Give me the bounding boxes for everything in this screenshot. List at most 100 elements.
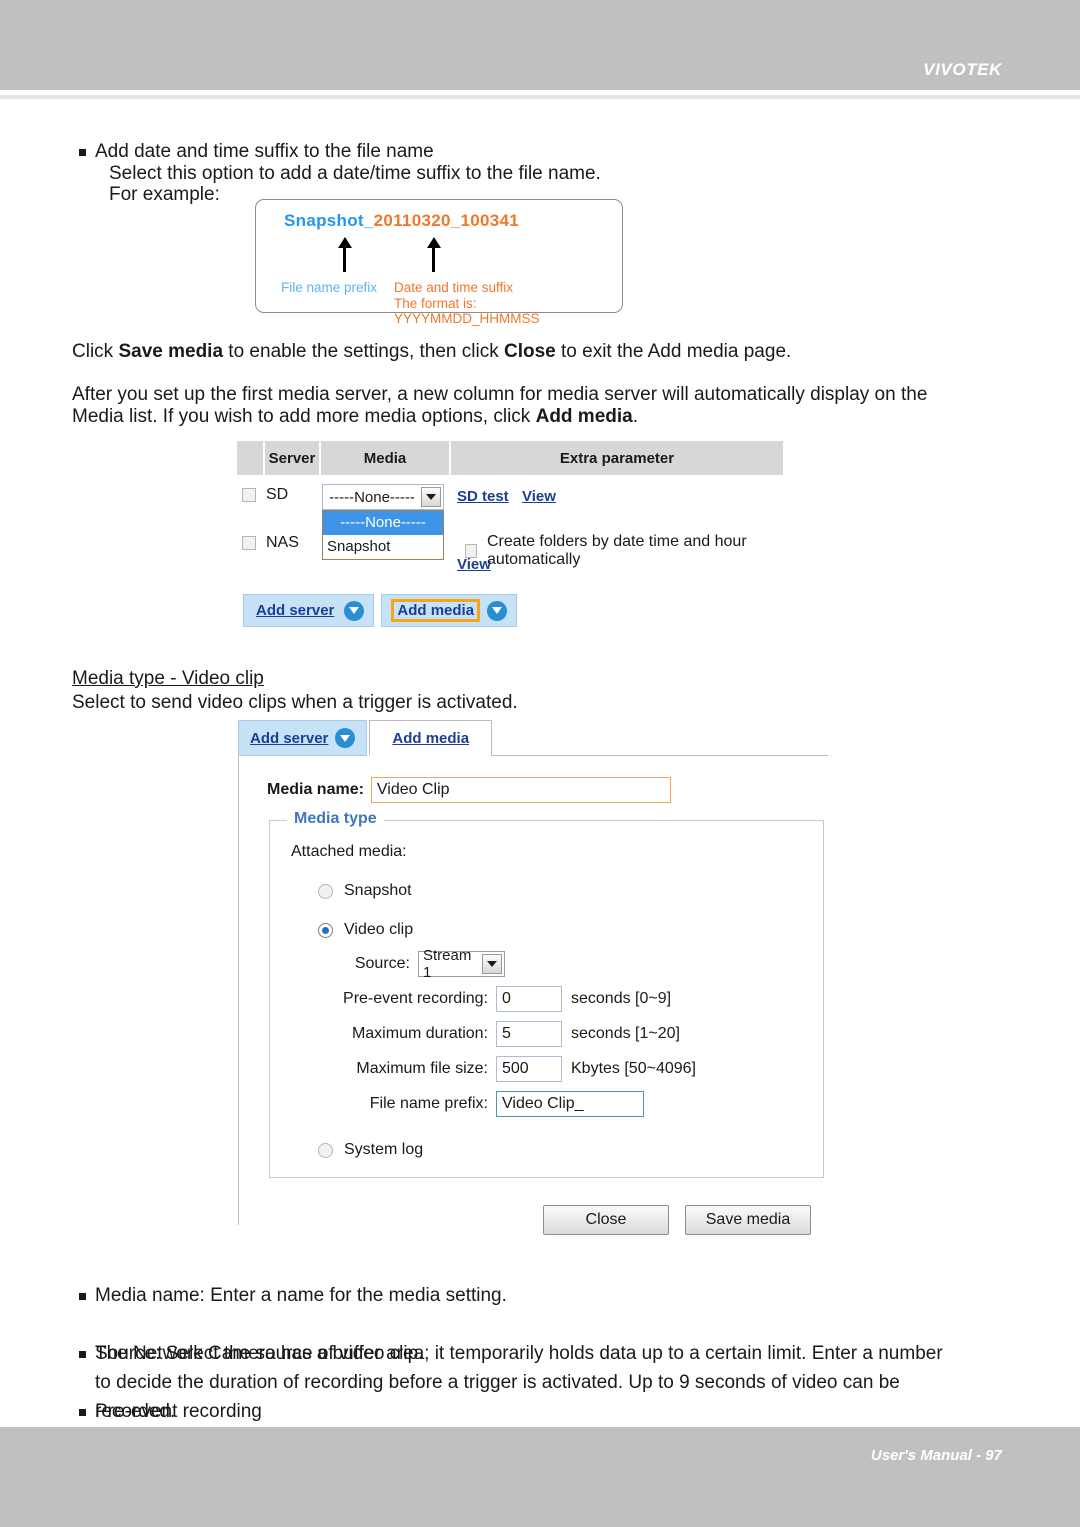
tab-add-media-label: Add media [392, 729, 470, 747]
text-close-bold: Close [503, 341, 556, 362]
radio-snapshot-label: Snapshot [344, 882, 412, 899]
radio-snapshot[interactable] [318, 883, 333, 899]
add-server-button[interactable]: Add server [243, 594, 375, 627]
field-row-maximum-file-size: Maximum file size: 500 Kbytes [50~4096] [318, 1056, 823, 1082]
radio-video-clip-label: Video clip [344, 921, 414, 938]
attached-media-label: Attached media: [291, 843, 407, 860]
media-list-action-buttons: Add server Add media [243, 594, 518, 627]
chevron-down-icon[interactable] [421, 487, 441, 507]
text-click-mid: to enable the settings, then click [223, 341, 504, 362]
snapshot-filename-suffix: 20110320_100341 [373, 211, 519, 230]
source-label: Source: [354, 955, 410, 972]
select-source-value: Stream 1 [423, 947, 472, 981]
maximum-file-size-label: Maximum file size: [356, 1060, 488, 1077]
radio-row-snapshot[interactable]: Snapshot [318, 882, 823, 900]
text-media-list-end: . [632, 406, 638, 427]
field-row-pre-event-recording: Pre-event recording: 0 seconds [0~9] [318, 986, 823, 1012]
radio-row-video-clip[interactable]: Video clip [318, 921, 823, 939]
maximum-duration-label: Maximum duration: [351, 1025, 488, 1042]
snapshot-example-card: Snapshot_20110320_100341 File name prefi… [255, 199, 623, 326]
document-body: Add date and time suffix to the file nam… [0, 0, 1080, 1422]
chevron-down-icon[interactable] [482, 954, 502, 974]
dropdown-option-snapshot[interactable]: Snapshot [323, 535, 443, 559]
media-list-table: Server Media Extra parameter SD -----Non… [237, 441, 783, 573]
chevron-down-circle-icon[interactable] [344, 600, 365, 621]
text-save-media-bold: Save media [118, 341, 224, 362]
text-media-list-pre: Media list. If you wish to add more medi… [72, 406, 536, 427]
select-source[interactable]: Stream 1 [418, 947, 505, 981]
pre-event-recording-label: Pre-event recording: [343, 990, 488, 1007]
file-name-prefix-input[interactable]: Video Clip_ [496, 1091, 644, 1117]
preevent-paragraph-line1: The Network Camera has a buffer area; it… [95, 1343, 943, 1364]
close-button[interactable]: Close [543, 1205, 669, 1235]
chevron-down-circle-icon[interactable] [335, 728, 356, 748]
link-sd-view[interactable]: View [522, 488, 556, 505]
section-subtitle: Select to send video clips when a trigge… [72, 692, 518, 713]
tab-add-server[interactable]: Add server [238, 720, 368, 756]
arrow-up-icon-suffix [426, 237, 441, 272]
save-media-button[interactable]: Save media [685, 1205, 811, 1235]
tab-strip-filler [492, 720, 828, 756]
panel-tabs: Add server Add media [238, 718, 828, 756]
file-name-prefix-label: File name prefix: [369, 1095, 488, 1112]
label-format-hint: The format is: YYYYMMDD_HHMMSS [394, 296, 540, 326]
select-media-sd[interactable]: -----None----- [322, 484, 444, 510]
media-name-label: Media name: [267, 781, 364, 798]
maximum-file-size-input[interactable]: 500 [496, 1056, 562, 1082]
field-row-source: Source: Stream 1 [318, 947, 823, 981]
radio-system-log-label: System log [344, 1141, 424, 1158]
form-action-buttons: Close Save media [543, 1205, 811, 1235]
label-date-time-suffix: Date and time suffix [394, 280, 514, 295]
preevent-paragraph-line2: to decide the duration of recording befo… [95, 1372, 900, 1393]
column-header-server: Server [265, 441, 321, 475]
text-click-end: to exit the Add media page. [555, 341, 792, 362]
radio-video-clip[interactable] [318, 922, 333, 938]
radio-system-log[interactable] [318, 1142, 333, 1158]
pre-event-recording-unit: seconds [0~9] [571, 990, 672, 1007]
column-header-extra-parameter: Extra parameter [451, 441, 783, 475]
link-sd-test[interactable]: SD test [457, 488, 509, 505]
label-file-name-prefix: File name prefix [281, 280, 378, 295]
footer-page-label: User's Manual - 97 [870, 1447, 1002, 1464]
snapshot-filename-example: Snapshot_20110320_100341 [284, 211, 519, 231]
paragraph-after-setup-line2: Media list. If you wish to add more medi… [72, 402, 1004, 431]
table-row-sd: SD -----None----- SD test View -----None… [237, 475, 783, 560]
arrow-up-icon-prefix [337, 237, 352, 272]
checkbox-nas[interactable] [242, 536, 256, 550]
table-row-nas: NAS -----None----- View [237, 519, 783, 573]
dropdown-media-options[interactable]: -----None----- Snapshot [322, 510, 444, 560]
media-type-legend: Media type [287, 810, 384, 828]
add-media-button-label: Add media [391, 599, 481, 622]
radio-row-system-log[interactable]: System log [318, 1141, 823, 1159]
pre-event-recording-input[interactable]: 0 [496, 986, 562, 1012]
add-media-panel: Add server Add media Media name: Video C… [238, 718, 828, 1225]
preevent-paragraph-line3: recorded. [95, 1401, 176, 1422]
link-nas-view[interactable]: View [457, 556, 491, 573]
maximum-duration-input[interactable]: 5 [496, 1021, 562, 1047]
row-label-sd: SD [266, 486, 289, 503]
add-server-button-label: Add server [256, 602, 335, 619]
column-header-media: Media [321, 441, 451, 475]
page-footer-bar: User's Manual - 97 [0, 1427, 1080, 1527]
media-type-fieldset: Media type Attached media: Snapshot Vide… [269, 810, 824, 1178]
tab-add-server-label: Add server [250, 729, 329, 747]
video-clip-settings: Source: Stream 1 Pre-event recording: 0 … [318, 947, 823, 1117]
media-name-row: Media name: Video Clip [267, 777, 828, 803]
bullet-media-name: Media name: Enter a name for the media s… [72, 1281, 995, 1310]
field-row-file-name-prefix: File name prefix: Video Clip_ [318, 1091, 823, 1117]
dropdown-option-none[interactable]: -----None----- [323, 511, 443, 535]
checkbox-sd[interactable] [242, 488, 256, 502]
media-table-header-row: Server Media Extra parameter [237, 441, 783, 475]
add-media-form-panel: Media name: Video Clip Media type Attach… [238, 755, 828, 1225]
text-click-pre: Click [72, 341, 119, 362]
maximum-duration-unit: seconds [1~20] [571, 1025, 680, 1042]
chevron-down-circle-icon[interactable] [487, 600, 508, 621]
add-media-button[interactable]: Add media [381, 594, 518, 627]
field-row-maximum-duration: Maximum duration: 5 seconds [1~20] [318, 1021, 823, 1047]
paragraph-click-save-media: Click Save media to enable the settings,… [72, 337, 1012, 366]
tab-add-media[interactable]: Add media [369, 720, 493, 756]
column-header-checkbox [237, 441, 265, 475]
media-name-input[interactable]: Video Clip [370, 777, 671, 803]
row-label-nas: NAS [266, 534, 299, 551]
text-add-media-bold: Add media [535, 406, 633, 427]
